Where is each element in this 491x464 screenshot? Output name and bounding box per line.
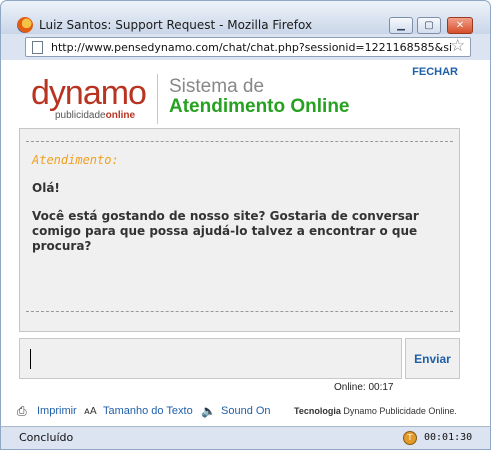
speaker-icon[interactable]: 🔈 bbox=[201, 404, 216, 418]
chat-speaker: Atendimento: bbox=[32, 153, 119, 167]
dynamo-logo: dynamo publicidadeonline bbox=[31, 76, 147, 126]
firefox-icon bbox=[17, 17, 33, 33]
maximize-button[interactable]: ▢ bbox=[417, 17, 441, 34]
divider-bottom bbox=[26, 311, 453, 312]
logo-subtitle: publicidadeonline bbox=[55, 110, 147, 121]
browser-statusbar: Concluído T 00:01:30 bbox=[0, 426, 491, 450]
page-content: FECHAR dynamo publicidadeonline Sistema … bbox=[0, 60, 491, 426]
text-size-link[interactable]: Tamanho do Texto bbox=[103, 405, 193, 417]
printer-icon[interactable]: ⎙ bbox=[17, 404, 27, 419]
send-button[interactable]: Enviar bbox=[405, 338, 460, 379]
status-text: Concluído bbox=[19, 431, 74, 444]
close-link[interactable]: FECHAR bbox=[412, 66, 458, 78]
footer-toolbar: ⎙ Imprimir ᴀA Tamanho do Texto 🔈 Sound O… bbox=[17, 404, 477, 420]
window-bottom-edge bbox=[0, 450, 491, 464]
minimize-button[interactable]: ▁ bbox=[389, 17, 413, 34]
powered-by-label: Tecnologia bbox=[294, 406, 341, 416]
logo-subtitle-suffix: online bbox=[105, 110, 136, 121]
page-icon bbox=[32, 41, 43, 54]
address-bar[interactable]: http://www.pensedynamo.com/chat/chat.php… bbox=[25, 37, 471, 57]
logo-wordmark: dynamo bbox=[31, 74, 147, 112]
url-text[interactable]: http://www.pensedynamo.com/chat/chat.php… bbox=[51, 41, 451, 54]
close-window-button[interactable]: ✕ bbox=[447, 17, 473, 34]
header-divider bbox=[157, 74, 158, 124]
window-titlebar: Luiz Santos: Support Request - Mozilla F… bbox=[0, 0, 491, 34]
chat-transcript: Atendimento: Olá! Você está gostando de … bbox=[19, 128, 460, 332]
chat-message: Olá! bbox=[32, 181, 60, 195]
text-size-icon[interactable]: ᴀA bbox=[84, 406, 97, 417]
chat-message: Você está gostando de nosso site? Gostar… bbox=[32, 209, 419, 253]
address-bar-container: http://www.pensedynamo.com/chat/chat.php… bbox=[0, 34, 491, 60]
page-title-line2: Atendimento Online bbox=[169, 96, 350, 117]
window-title: Luiz Santos: Support Request - Mozilla F… bbox=[39, 18, 313, 32]
page-title-line1: Sistema de bbox=[169, 76, 265, 97]
text-caret bbox=[30, 349, 31, 369]
message-input[interactable] bbox=[19, 338, 402, 379]
online-timer: Online: 00:17 bbox=[334, 382, 394, 393]
print-link[interactable]: Imprimir bbox=[37, 405, 77, 417]
bookmark-star-icon[interactable]: ☆ bbox=[450, 36, 465, 56]
powered-by-value: Dynamo Publicidade Online. bbox=[343, 406, 457, 416]
logo-subtitle-prefix: publicidade bbox=[55, 110, 106, 121]
powered-by: Tecnologia Dynamo Publicidade Online. bbox=[294, 406, 457, 416]
sound-toggle-link[interactable]: Sound On bbox=[221, 405, 271, 417]
timer-icon: T bbox=[403, 431, 417, 445]
divider-top bbox=[26, 141, 453, 142]
elapsed-timer: 00:01:30 bbox=[424, 432, 473, 443]
